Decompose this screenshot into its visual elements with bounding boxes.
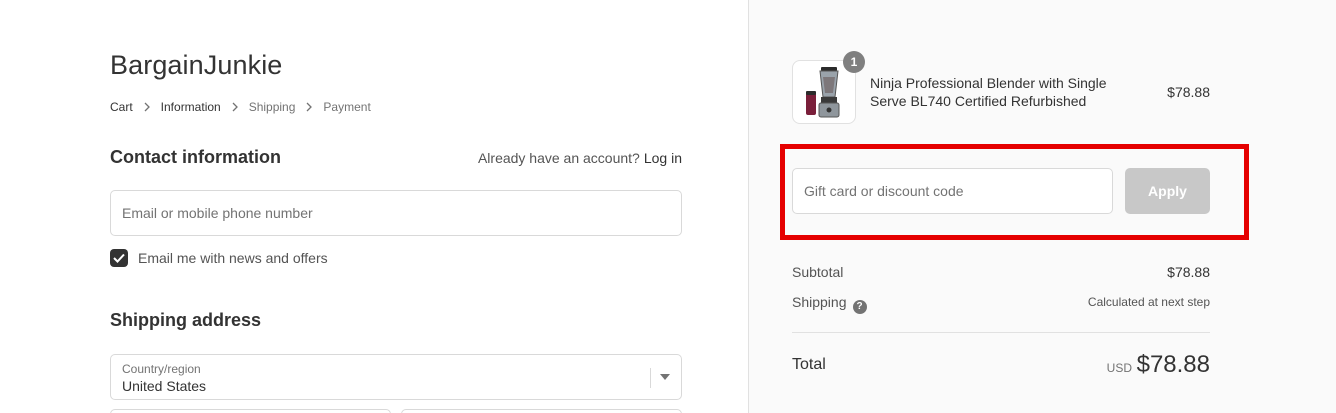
total-value: $78.88 xyxy=(1136,351,1210,378)
product-price: $78.88 xyxy=(1167,84,1210,100)
shipping-value: Calculated at next step xyxy=(1087,295,1210,309)
account-prompt: Already have an account? Log in xyxy=(478,150,682,166)
total-currency: USD xyxy=(1106,361,1132,375)
checkmark-icon xyxy=(113,253,125,263)
country-label: Country/region xyxy=(122,362,201,376)
help-icon[interactable]: ? xyxy=(852,300,867,314)
breadcrumb-payment: Payment xyxy=(323,100,371,114)
breadcrumb: Cart Information Shipping Payment xyxy=(110,100,371,114)
blender-image xyxy=(806,67,840,118)
chevron-right-icon xyxy=(144,102,150,112)
shop-name[interactable]: BargainJunkie xyxy=(110,50,282,81)
select-divider xyxy=(650,368,651,388)
shipping-row-label: Shipping? xyxy=(792,294,867,314)
newsletter-checkbox[interactable] xyxy=(110,249,128,267)
shipping-label: Shipping xyxy=(792,294,847,310)
quantity-badge: 1 xyxy=(843,51,865,73)
login-link[interactable]: Log in xyxy=(644,150,682,166)
chevron-down-icon xyxy=(660,374,670,380)
summary-divider xyxy=(792,332,1210,333)
email-field[interactable] xyxy=(110,190,682,236)
country-select[interactable]: Country/region United States xyxy=(110,354,682,400)
email-input[interactable] xyxy=(111,191,681,235)
country-value: United States xyxy=(122,378,207,394)
breadcrumb-information: Information xyxy=(160,100,221,114)
highlight-box xyxy=(780,144,1249,240)
chevron-right-icon xyxy=(306,102,313,112)
first-name-field[interactable] xyxy=(110,409,391,413)
newsletter-label: Email me with news and offers xyxy=(138,250,328,266)
checkout-main: BargainJunkie Cart Information Shipping … xyxy=(0,0,748,413)
account-prompt-text: Already have an account? xyxy=(477,150,640,166)
total-label: Total xyxy=(792,356,826,373)
product-name: Ninja Professional Blender with Single S… xyxy=(870,75,1107,109)
breadcrumb-cart[interactable]: Cart xyxy=(110,100,133,114)
breadcrumb-shipping: Shipping xyxy=(248,100,296,114)
chevron-right-icon xyxy=(232,102,238,112)
subtotal-label: Subtotal xyxy=(792,264,844,280)
last-name-field[interactable] xyxy=(401,409,682,413)
subtotal-value: $78.88 xyxy=(1167,264,1210,280)
shipping-section-title: Shipping address xyxy=(110,310,262,330)
newsletter-option[interactable]: Email me with news and offers xyxy=(110,249,328,267)
contact-section-title: Contact information xyxy=(110,147,281,167)
